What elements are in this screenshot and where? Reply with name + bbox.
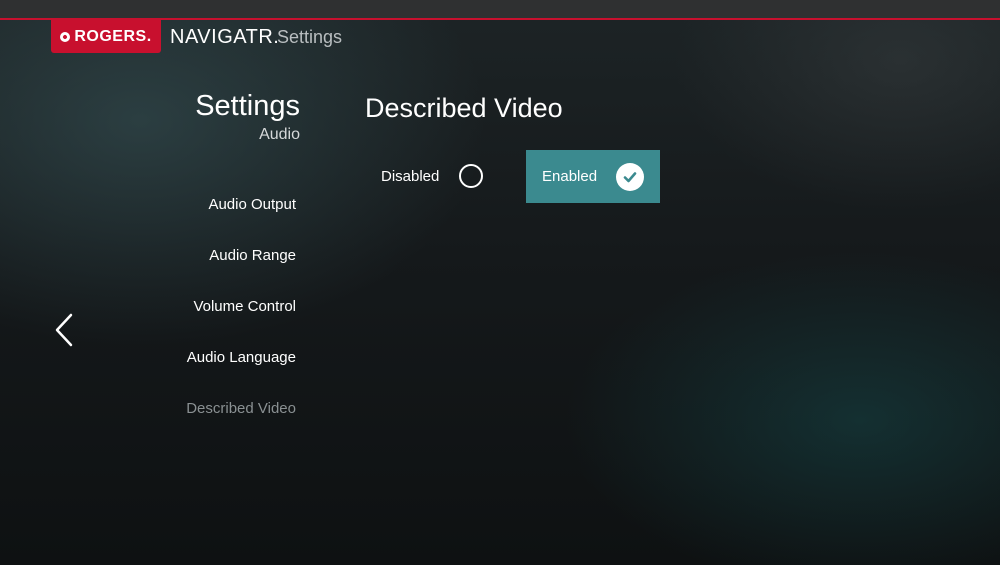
top-bar xyxy=(0,0,1000,20)
panel-title: Described Video xyxy=(365,93,563,123)
menu-item-described-video[interactable]: Described Video xyxy=(186,400,296,451)
menu-item-volume-control[interactable]: Volume Control xyxy=(186,298,296,349)
option-enabled[interactable]: Enabled xyxy=(526,150,660,203)
brand-name: NAVIGATR. xyxy=(170,26,280,48)
check-circle-icon xyxy=(616,162,645,191)
option-disabled[interactable]: Disabled xyxy=(381,160,484,192)
settings-menu: Audio Output Audio Range Volume Control … xyxy=(186,196,296,451)
logo-text: ROGERS. xyxy=(74,27,152,45)
menu-item-audio-output[interactable]: Audio Output xyxy=(186,196,296,247)
menu-item-audio-range[interactable]: Audio Range xyxy=(186,247,296,298)
rogers-logo: ROGERS. xyxy=(51,20,161,53)
option-enabled-label: Enabled xyxy=(542,168,598,185)
header-section-title: Settings xyxy=(277,27,343,47)
menu-item-audio-language[interactable]: Audio Language xyxy=(186,349,296,400)
checkmark-icon xyxy=(623,171,637,182)
nav-subtitle: Audio xyxy=(259,126,300,143)
settings-screen: ROGERS. NAVIGATR. Settings Settings Audi… xyxy=(0,0,1000,565)
back-button[interactable] xyxy=(52,312,78,348)
chevron-left-icon xyxy=(55,313,73,347)
nav-title: Settings xyxy=(195,90,300,122)
rogers-logo-icon xyxy=(58,29,73,44)
radio-unchecked-icon xyxy=(459,164,484,188)
option-disabled-label: Disabled xyxy=(381,167,440,185)
